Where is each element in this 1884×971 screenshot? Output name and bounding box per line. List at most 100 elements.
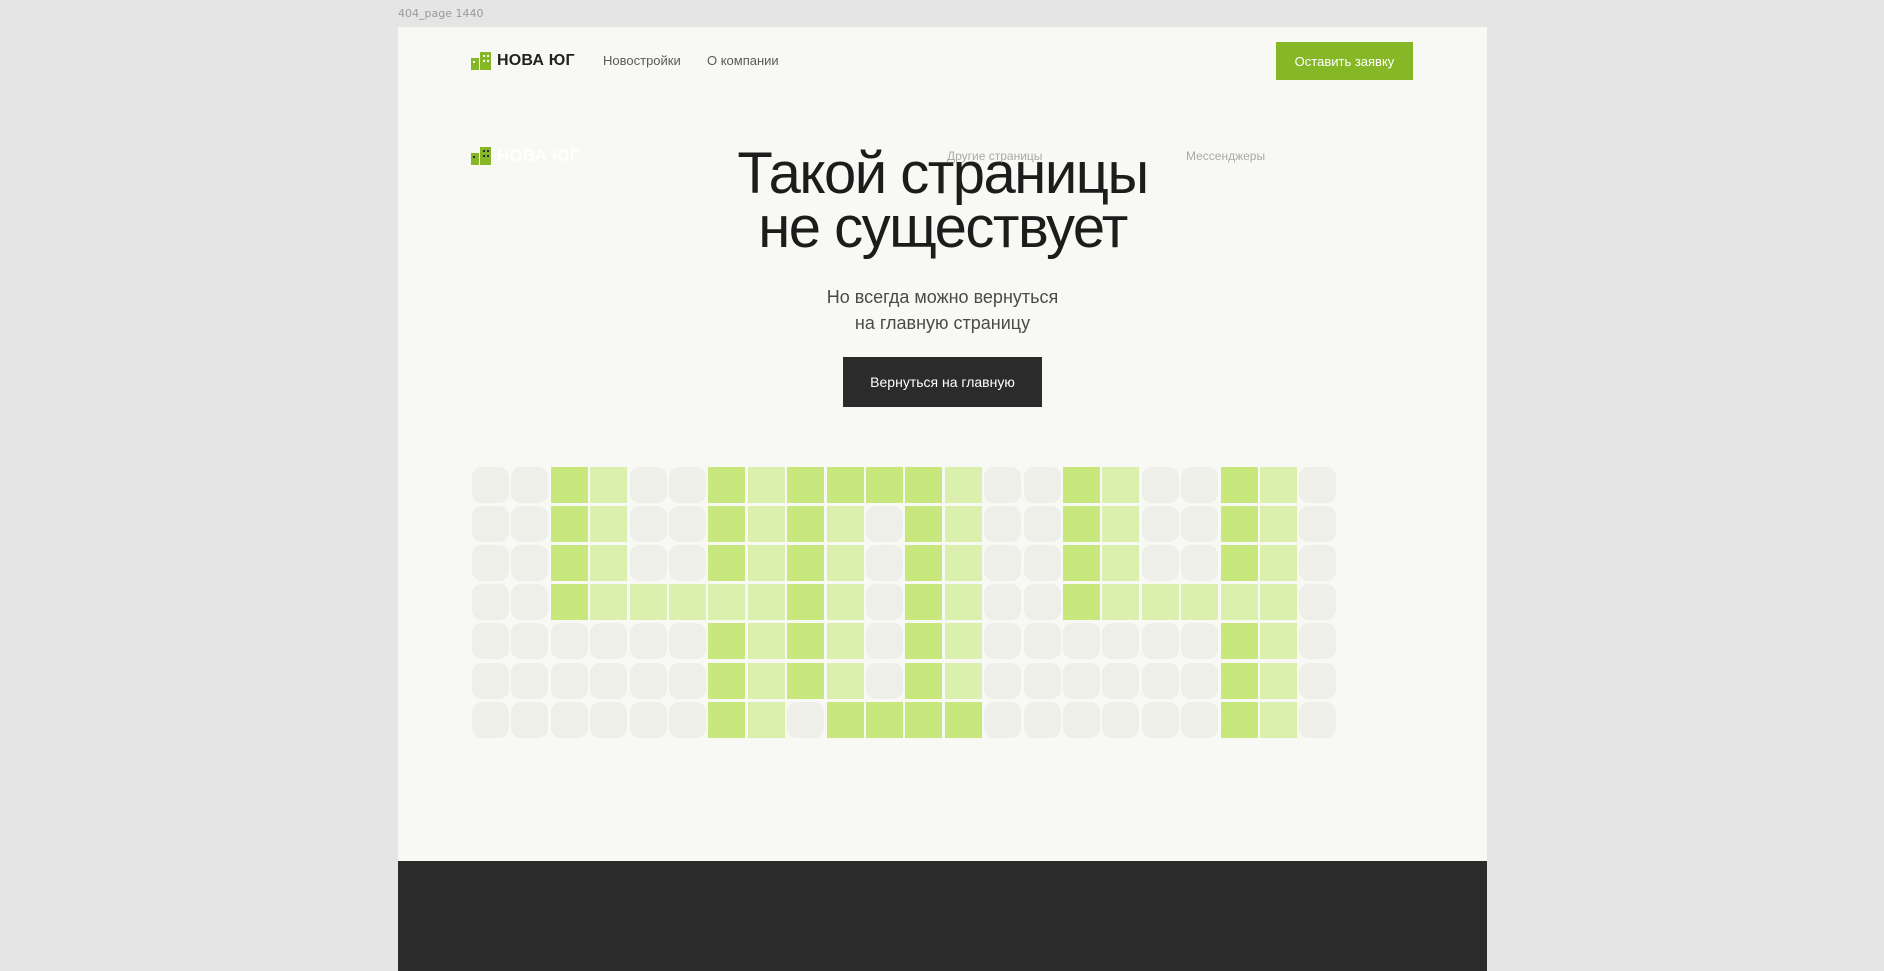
grid-cell-lit	[551, 545, 588, 581]
grid-cell-lit	[945, 467, 982, 503]
grid-cell-lit	[945, 663, 982, 699]
grid-cell	[1024, 506, 1061, 542]
footer-messengers-title: Мессенджеры	[1186, 149, 1266, 163]
grid-cell-lit	[787, 584, 824, 620]
grid-cell-lit	[945, 702, 982, 738]
grid-cell	[1181, 702, 1218, 738]
grid-cell	[511, 506, 548, 542]
grid-cell	[1024, 623, 1061, 659]
grid-cell	[1142, 702, 1179, 738]
grid-cell-lit	[1260, 467, 1297, 503]
subtitle-line-2: на главную страницу	[854, 313, 1031, 333]
grid-cell-lit	[866, 702, 903, 738]
grid-cell	[511, 584, 548, 620]
grid-cell	[1181, 663, 1218, 699]
grid-cell	[866, 506, 903, 542]
grid-cell	[630, 467, 667, 503]
grid-cell	[1299, 545, 1336, 581]
grid-cell	[630, 506, 667, 542]
grid-cell	[669, 702, 706, 738]
footer-logo[interactable]: НОВА ЮГ	[471, 145, 580, 167]
grid-cell	[551, 702, 588, 738]
grid-cell	[669, 663, 706, 699]
nav-link-novostroyki[interactable]: Новостройки	[603, 53, 681, 68]
grid-cell	[472, 584, 509, 620]
grid-cell	[472, 545, 509, 581]
grid-cell-lit	[590, 584, 627, 620]
grid-cell	[787, 702, 824, 738]
header-logo[interactable]: НОВА ЮГ	[471, 50, 575, 72]
grid-cell-lit	[1063, 506, 1100, 542]
grid-cell-lit	[1221, 506, 1258, 542]
nav-link-about[interactable]: О компании	[707, 53, 779, 68]
grid-cell-lit	[827, 702, 864, 738]
grid-cell	[866, 623, 903, 659]
grid-cell	[472, 506, 509, 542]
footer-other-pages-title: Другие страницы	[947, 149, 1043, 163]
footer-logo-text: НОВА ЮГ	[497, 146, 580, 165]
grid-cell-lit	[590, 467, 627, 503]
page: НОВА ЮГ Новостройки О компании Оставить …	[398, 27, 1487, 971]
grid-cell	[1142, 623, 1179, 659]
grid-cell	[984, 506, 1021, 542]
grid-cell-lit	[827, 663, 864, 699]
grid-cell-lit	[748, 467, 785, 503]
grid-cell-lit	[905, 506, 942, 542]
grid-cell	[511, 545, 548, 581]
grid-cell-lit	[827, 623, 864, 659]
grid-cell-lit	[590, 506, 627, 542]
grid-cell-lit	[945, 506, 982, 542]
grid-cell	[590, 702, 627, 738]
grid-cell	[984, 584, 1021, 620]
subtitle-line-1: Но всегда можно вернуться	[826, 287, 1059, 307]
grid-cell-lit	[905, 702, 942, 738]
grid-cell	[866, 584, 903, 620]
grid-cell	[1024, 584, 1061, 620]
grid-cell	[1181, 506, 1218, 542]
grid-cell-lit	[1102, 467, 1139, 503]
grid-cell-lit	[787, 663, 824, 699]
grid-cell	[511, 663, 548, 699]
grid-cell-lit	[1063, 467, 1100, 503]
grid-cell	[511, 467, 548, 503]
grid-cell	[1181, 467, 1218, 503]
grid-cell-lit	[787, 467, 824, 503]
grid-cell-lit	[1260, 584, 1297, 620]
grid-cell-lit	[827, 506, 864, 542]
grid-cell	[1063, 702, 1100, 738]
grid-cell-lit	[787, 545, 824, 581]
grid-cell	[1142, 506, 1179, 542]
grid-cell-lit	[708, 584, 745, 620]
grid-cell-lit	[1102, 545, 1139, 581]
grid-cell	[1102, 623, 1139, 659]
grid-cell-lit	[1260, 623, 1297, 659]
grid-cell-lit	[1181, 584, 1218, 620]
request-button[interactable]: Оставить заявку	[1276, 42, 1413, 80]
grid-cell	[669, 467, 706, 503]
grid-cell-lit	[708, 702, 745, 738]
grid-cell	[1142, 545, 1179, 581]
grid-cell-lit	[1102, 584, 1139, 620]
grid-cell-lit	[590, 545, 627, 581]
grid-cell-lit	[748, 506, 785, 542]
grid-cell	[472, 702, 509, 738]
grid-cell-lit	[1260, 545, 1297, 581]
grid-cell	[984, 702, 1021, 738]
grid-cell	[590, 623, 627, 659]
grid-cell-lit	[669, 584, 706, 620]
grid-cell	[1063, 623, 1100, 659]
grid-cell-lit	[905, 623, 942, 659]
grid-cell-lit	[827, 467, 864, 503]
grid-cell	[984, 545, 1021, 581]
grid-cell	[984, 623, 1021, 659]
grid-cell-lit	[945, 545, 982, 581]
grid-cell-lit	[551, 467, 588, 503]
grid-cell-lit	[905, 663, 942, 699]
grid-cell-lit	[1221, 584, 1258, 620]
back-home-button[interactable]: Вернуться на главную	[843, 357, 1042, 407]
grid-cell-lit	[1142, 584, 1179, 620]
grid-cell	[669, 623, 706, 659]
grid-cell-lit	[827, 584, 864, 620]
grid-cell-lit	[1102, 506, 1139, 542]
grid-cell	[1299, 506, 1336, 542]
